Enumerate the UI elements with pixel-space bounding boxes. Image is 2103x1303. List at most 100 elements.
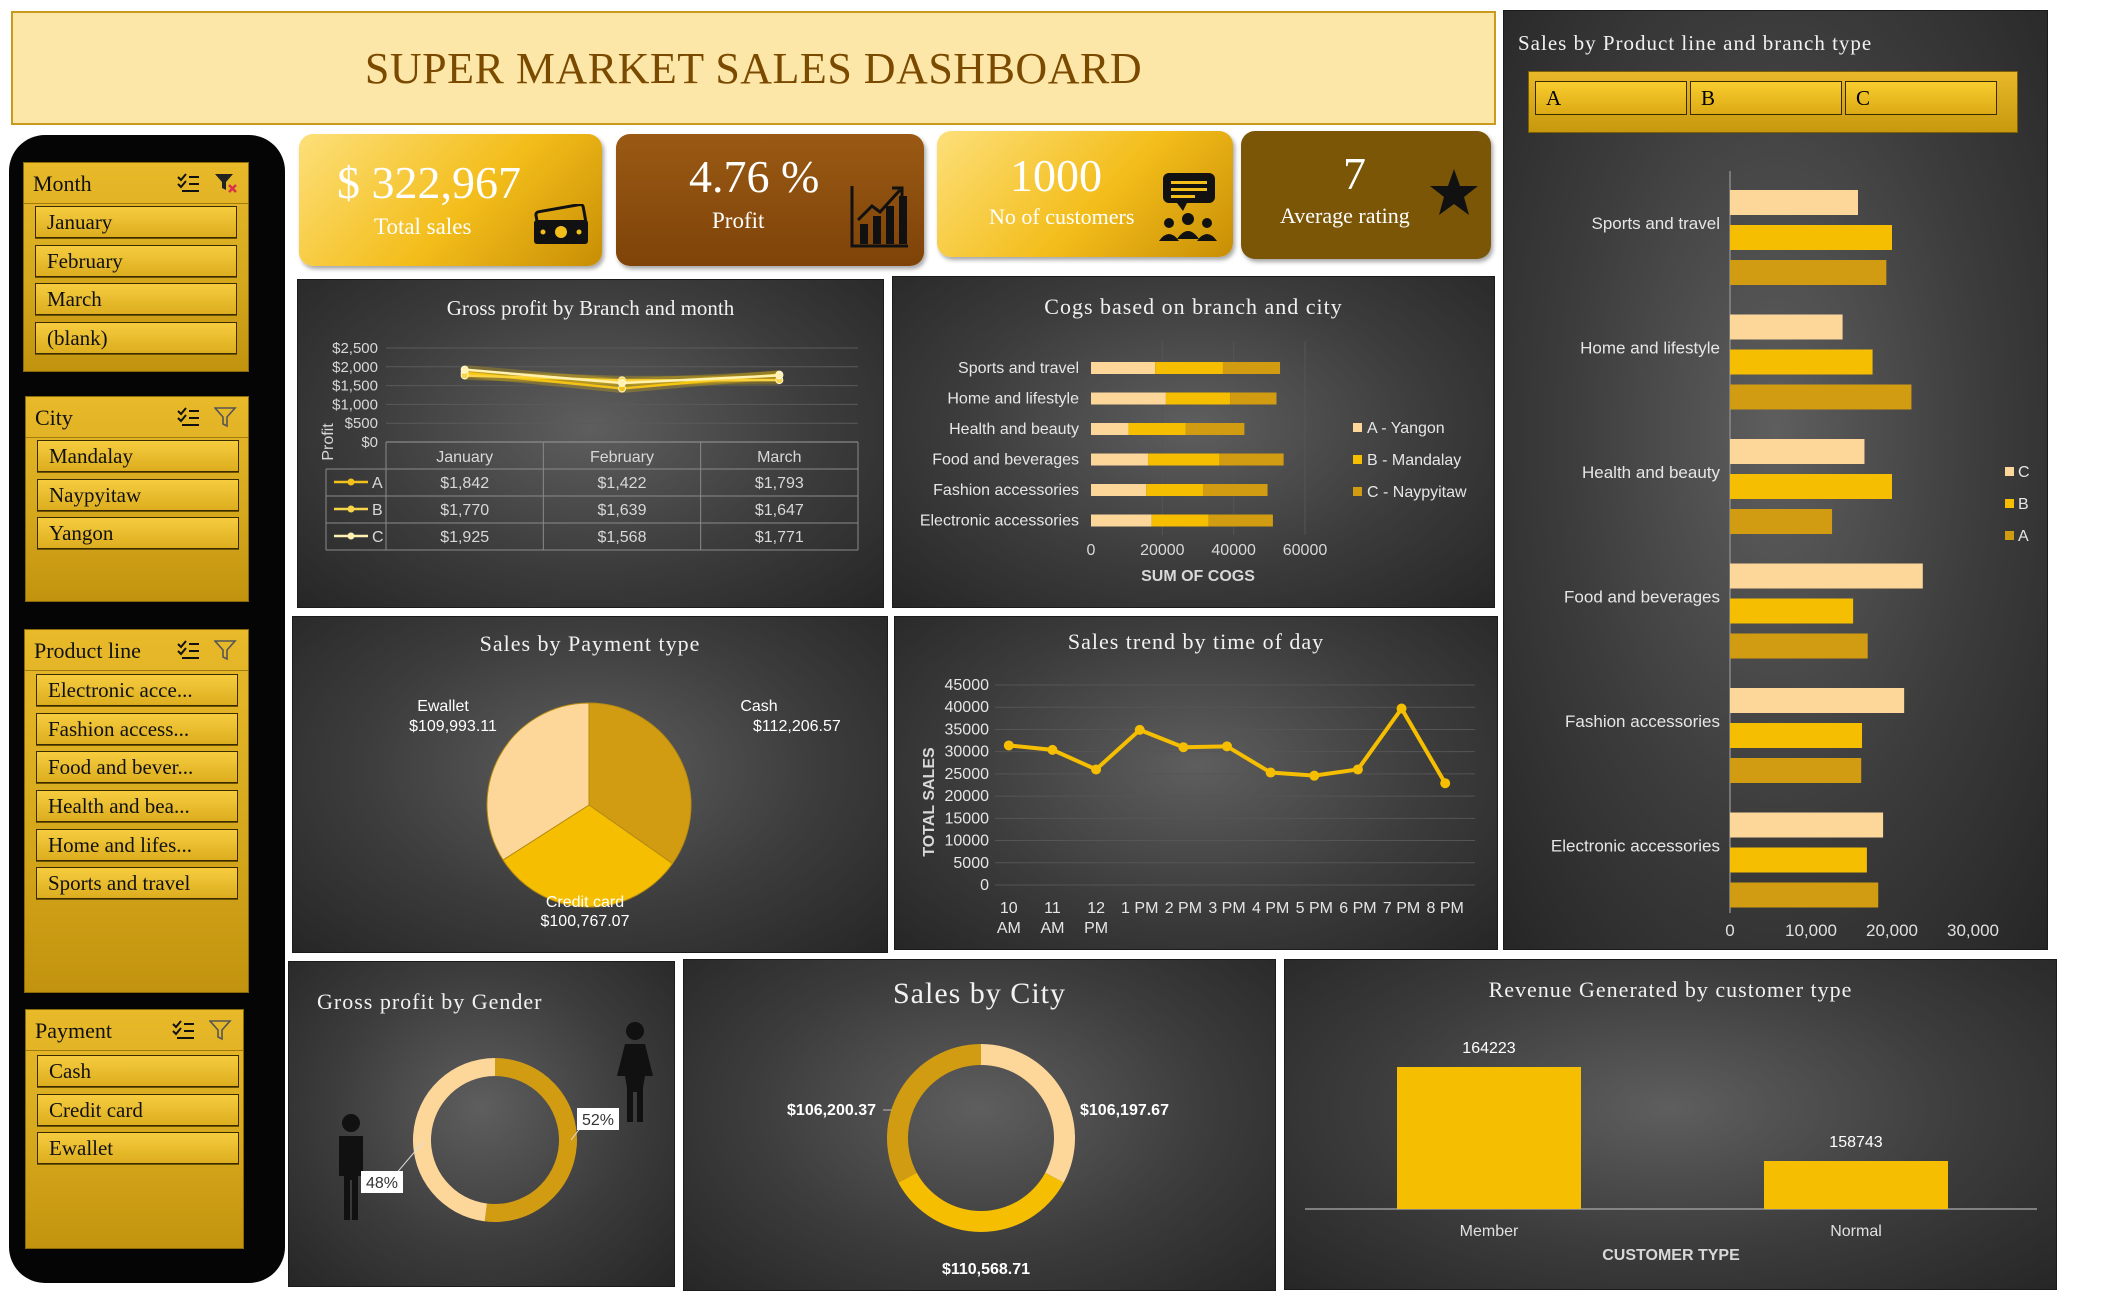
- sales-trend-line-chart: TOTAL SALES 45000 40000 35000 30000 25000 200…: [921, 677, 1475, 937]
- legend-key: [347, 478, 355, 486]
- x-category-label: Member: [1460, 1223, 1519, 1240]
- slicer-item-city[interactable]: Mandalay: [37, 440, 239, 472]
- data-point: [1047, 744, 1058, 755]
- legend-swatch: [1353, 487, 1362, 496]
- payment-slicer: Payment Cash Credit card Ewallet: [25, 1009, 244, 1249]
- y-category-label: Health and beauty: [949, 421, 1079, 438]
- legend-label: B - Mandalay: [1367, 452, 1461, 469]
- y-tick-label: $500: [345, 415, 378, 432]
- slicer-item-city[interactable]: Yangon: [37, 517, 239, 549]
- filter-icon[interactable]: [209, 1019, 233, 1041]
- slicer-item-payment[interactable]: Ewallet: [37, 1132, 239, 1164]
- clear-filter-icon[interactable]: [214, 172, 238, 194]
- table-value: $1,568: [598, 529, 647, 546]
- payment-slicer-title: Payment: [35, 1018, 112, 1043]
- data-point: [775, 371, 784, 380]
- slicer-item-payment[interactable]: Credit card: [37, 1094, 239, 1126]
- payment-pie-chart: Cash $112,206.57 Credit card $100,767.07 Ewa…: [409, 698, 841, 930]
- bar-segment: [1219, 453, 1284, 466]
- bar: [1730, 563, 1923, 589]
- bar: [1730, 260, 1887, 285]
- female-icon: [617, 1022, 653, 1122]
- filter-icon[interactable]: [214, 406, 238, 428]
- table-value: $1,842: [440, 475, 489, 492]
- multi-select-icon[interactable]: [171, 1019, 195, 1041]
- y-tick-label: 45000: [945, 677, 990, 694]
- legend-swatch: [2005, 531, 2014, 540]
- y-tick-label: 25000: [945, 766, 990, 783]
- table-value: $1,793: [755, 475, 804, 492]
- star-icon: [1430, 169, 1478, 215]
- bar-segment: [1151, 514, 1209, 527]
- slicer-item-payment[interactable]: Cash: [37, 1055, 239, 1087]
- sales-product-branch-bar-chart: 0 10,000 20,000 30,000 Sports and travel Home…: [1551, 171, 2030, 940]
- filter-icon[interactable]: [214, 639, 238, 661]
- slicer-item-city[interactable]: Naypyitaw: [37, 479, 239, 511]
- sales-payment-type-panel: Sales by Payment type Cash $112,206.57 Cre…: [292, 616, 888, 953]
- x-category-label: 12 PM: [1084, 900, 1108, 937]
- slicer-item-product-line[interactable]: Home and lifes...: [36, 829, 238, 861]
- slicer-item-product-line[interactable]: Fashion access...: [36, 713, 238, 745]
- bar-segment: [1222, 362, 1281, 374]
- cogs-branch-city-panel: Cogs based on branch and city SUM OF COG…: [892, 276, 1495, 608]
- bar-segment: [1208, 514, 1273, 527]
- data-point: [1309, 770, 1320, 781]
- month-slicer-header: Month: [24, 163, 248, 204]
- slicer-item-product-line[interactable]: Electronic acce...: [36, 674, 238, 706]
- slicer-item-product-line[interactable]: Health and bea...: [36, 790, 238, 822]
- slicer-item-month[interactable]: January: [35, 206, 237, 238]
- male-icon: [339, 1114, 363, 1220]
- y-tick-label: 40000: [945, 699, 990, 716]
- y-axis-label: TOTAL SALES: [921, 747, 938, 857]
- kpi-profit-card: 4.76 % Profit: [616, 134, 924, 266]
- data-point: [1222, 741, 1232, 752]
- y-tick-label: $1,500: [332, 378, 378, 395]
- slicer-item-month[interactable]: February: [35, 245, 237, 277]
- slicer-item-month[interactable]: (blank): [35, 322, 237, 354]
- rating-value: 7: [1343, 148, 1366, 199]
- bar: [1730, 474, 1892, 499]
- x-category-label: 2 PM: [1165, 900, 1202, 917]
- bar: [1730, 349, 1873, 375]
- payment-slicer-header: Payment: [26, 1010, 243, 1051]
- bar: [1730, 758, 1862, 783]
- legend-swatch: [1353, 423, 1362, 432]
- slice-value-label: 48%: [366, 1175, 398, 1192]
- gross-profit-line-chart: Profit $2,500 $2,000 $1,500$1,000 $500 $0 Jan…: [320, 340, 859, 551]
- bar-segment: [1091, 392, 1166, 405]
- bar-segment: [1146, 484, 1204, 496]
- legend-key: [347, 505, 355, 513]
- x-category-label: Normal: [1830, 1223, 1882, 1240]
- city-donut-chart: $106,197.67 $110,568.71 $106,200.37: [787, 1044, 1169, 1278]
- slicer-item-product-line[interactable]: Sports and travel: [36, 867, 238, 899]
- kpi-customers-card: 1000 No of customers: [937, 131, 1233, 257]
- data-point: [1440, 778, 1451, 789]
- multi-select-icon[interactable]: [176, 639, 200, 661]
- donut-slice: [413, 1058, 495, 1222]
- x-category-label: 3 PM: [1208, 900, 1245, 917]
- x-tick-label: 30,000: [1947, 921, 1999, 940]
- bar: [1730, 225, 1892, 250]
- legend-swatch: [1353, 455, 1362, 464]
- x-category-label: 1 PM: [1121, 900, 1158, 917]
- bar-segment: [1091, 362, 1156, 374]
- x-tick-label: 10,000: [1785, 921, 1837, 940]
- gross-profit-branch-month-panel: Gross profit by Branch and month Profit …: [297, 279, 884, 608]
- bar-segment: [1091, 484, 1147, 496]
- x-axis-label: CUSTOMER TYPE: [1602, 1247, 1740, 1264]
- data-point: [618, 379, 626, 388]
- bar: [1764, 1161, 1948, 1209]
- slice-name-label: Credit card: [546, 894, 624, 911]
- table-value: $1,770: [440, 502, 489, 519]
- y-tick-label: 5000: [953, 855, 989, 872]
- y-tick-label: 20000: [945, 788, 990, 805]
- bar: [1730, 847, 1867, 873]
- data-point: [1396, 703, 1407, 714]
- x-tick-label: 20,000: [1866, 921, 1918, 940]
- y-tick-label: 0: [980, 877, 989, 894]
- multi-select-icon[interactable]: [176, 172, 200, 194]
- y-tick-label: $2,000: [332, 359, 378, 376]
- slicer-item-month[interactable]: March: [35, 283, 237, 315]
- slicer-item-product-line[interactable]: Food and bever...: [36, 751, 238, 783]
- multi-select-icon[interactable]: [176, 406, 200, 428]
